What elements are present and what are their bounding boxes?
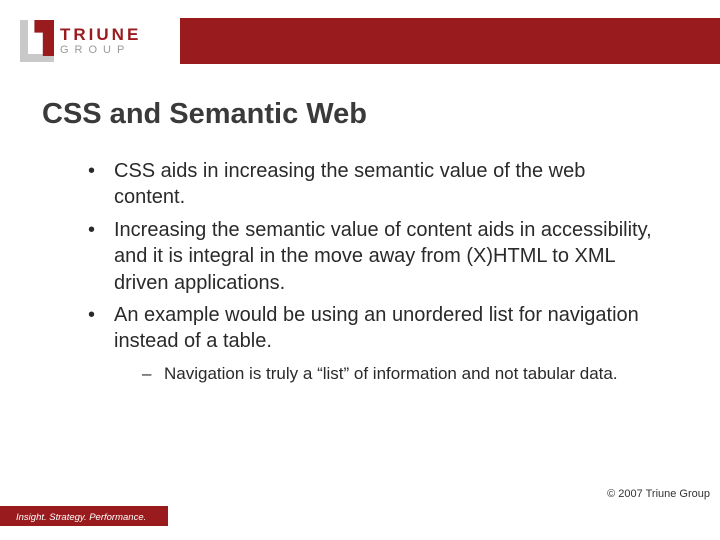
bullet-item: An example would be using an unordered l… [78,302,660,386]
sub-bullet-list: Navigation is truly a “list” of informat… [114,363,660,386]
logo-line2: GROUP [60,45,141,56]
logo-mark-icon [20,20,54,62]
content-area: CSS aids in increasing the semantic valu… [78,158,660,392]
logo-text: TRIUNE GROUP [60,26,141,56]
logo: TRIUNE GROUP [20,16,180,66]
bullet-item: Increasing the semantic value of content… [78,217,660,296]
logo-line1: TRIUNE [60,26,141,43]
bullet-list: CSS aids in increasing the semantic valu… [78,158,660,386]
slide-title: CSS and Semantic Web [42,98,367,131]
header-bar [180,18,720,64]
copyright: © 2007 Triune Group [607,488,710,500]
bullet-item: CSS aids in increasing the semantic valu… [78,158,660,211]
bullet-text: An example would be using an unordered l… [114,304,639,352]
sub-bullet-item: Navigation is truly a “list” of informat… [114,363,660,386]
tagline: Insight. Strategy. Performance. [16,512,146,523]
